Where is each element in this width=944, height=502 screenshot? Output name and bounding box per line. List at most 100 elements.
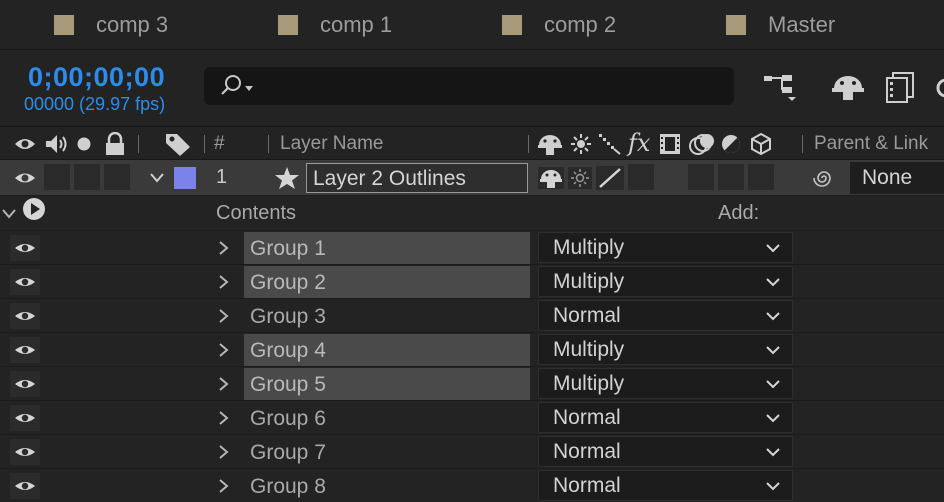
blend-mode-value: Normal [553,474,621,497]
parent-link-column-header[interactable]: Parent & Link [814,133,928,155]
group-row[interactable]: Group 4 Multiply [0,332,944,366]
group-name-field[interactable]: Group 7 [244,436,530,468]
blend-mode-value: Multiply [553,236,625,259]
blend-mode-dropdown[interactable]: Multiply [538,368,793,399]
layer-name-column-header[interactable]: Layer Name [280,133,384,155]
visibility-toggle[interactable] [10,235,40,261]
group-name-field[interactable]: Group 1 [244,232,530,264]
shy-switch-icon[interactable] [538,167,564,189]
motion-blur-icon[interactable] [934,70,944,104]
visibility-toggle[interactable] [10,405,40,431]
collapse-transformations-icon[interactable] [570,133,592,155]
group-row[interactable]: Group 8 Normal [0,468,944,502]
composition-tabs: comp 3 comp 1 comp 2 Master [0,0,944,50]
chevron-down-icon [766,448,780,457]
effects-switch-cell[interactable] [628,164,654,190]
visibility-toggle[interactable] [10,337,40,363]
chevron-down-icon [766,278,780,287]
shy-layers-icon[interactable] [830,70,866,104]
group-row[interactable]: Group 5 Multiply [0,366,944,400]
motion-blur-switch-icon[interactable] [688,131,716,157]
adjustment-switch-cell[interactable] [718,164,744,190]
blend-mode-dropdown[interactable]: Multiply [538,334,793,365]
contents-label: Contents [216,202,297,224]
audio-switch-cell[interactable] [44,164,70,190]
chevron-down-icon [766,346,780,355]
video-visibility-icon[interactable] [14,134,36,154]
frame-blending-icon[interactable] [884,70,916,104]
lock-icon[interactable] [104,132,126,156]
blend-mode-dropdown[interactable]: Normal [538,470,793,501]
search-icon[interactable] [218,73,258,99]
layer-name-field[interactable]: Layer 2 Outlines [306,163,528,193]
parent-dropdown[interactable]: None [850,162,944,194]
adjustment-layer-icon[interactable] [720,133,742,155]
chevron-right-icon[interactable] [216,376,230,392]
3d-switch-cell[interactable] [748,164,774,190]
effects-icon[interactable]: fx [628,129,650,157]
visibility-toggle[interactable] [10,371,40,397]
audio-icon[interactable] [44,133,70,155]
3d-layer-icon[interactable] [750,132,772,156]
solo-icon[interactable] [76,136,92,152]
group-name-field[interactable]: Group 6 [244,402,530,434]
blend-mode-dropdown[interactable]: Normal [538,436,793,467]
chevron-right-icon[interactable] [216,240,230,256]
column-separator [802,135,803,153]
chevron-right-icon[interactable] [216,410,230,426]
blend-mode-dropdown[interactable]: Normal [538,402,793,433]
lock-switch-cell[interactable] [104,164,130,190]
frame-blending-switch-icon[interactable] [658,132,682,156]
group-row[interactable]: Group 2 Multiply [0,264,944,298]
group-row[interactable]: Group 1 Multiply [0,230,944,264]
group-name-field[interactable]: Group 3 [244,300,530,332]
group-name-field[interactable]: Group 5 [244,368,530,400]
layer-number: 1 [216,166,228,188]
visibility-toggle[interactable] [10,473,40,499]
quality-switch-icon[interactable] [596,166,624,190]
chevron-down-icon[interactable] [148,170,166,186]
composition-flowchart-icon[interactable] [762,70,802,104]
group-row[interactable]: Group 7 Normal [0,434,944,468]
visibility-toggle[interactable] [10,303,40,329]
shy-switch-icon[interactable] [536,132,564,156]
chevron-right-icon[interactable] [216,274,230,290]
group-row[interactable]: Group 3 Normal [0,298,944,332]
tab-comp-3[interactable]: comp 3 [54,10,168,40]
pick-whip-icon[interactable] [812,166,836,190]
blend-mode-value: Normal [553,440,621,463]
visibility-toggle[interactable] [10,439,40,465]
tab-comp-1[interactable]: comp 1 [278,10,392,40]
chevron-right-icon[interactable] [216,478,230,494]
chevron-right-icon[interactable] [216,444,230,460]
chevron-right-icon[interactable] [216,308,230,324]
comp-color-swatch [502,15,522,35]
collapse-switch-icon[interactable] [568,167,592,189]
layer-row[interactable]: 1 Layer 2 Outlines None [0,160,944,196]
chevron-down-icon[interactable] [0,207,18,221]
group-row[interactable]: Group 6 Normal [0,400,944,434]
layer-label-color[interactable] [174,167,196,189]
group-name-field[interactable]: Group 4 [244,334,530,366]
tab-comp-2[interactable]: comp 2 [502,10,616,40]
group-name-field[interactable]: Group 2 [244,266,530,298]
chevron-right-icon[interactable] [216,342,230,358]
tab-master[interactable]: Master [726,10,835,40]
group-name: Group 1 [250,237,326,260]
quality-icon[interactable] [598,133,622,155]
search-input[interactable] [204,67,734,105]
motion-blur-switch-cell[interactable] [688,164,714,190]
visibility-toggle[interactable] [10,269,40,295]
label-tag-icon[interactable] [164,131,192,157]
add-play-icon[interactable] [22,197,46,221]
chevron-down-icon [766,414,780,423]
blend-mode-dropdown[interactable]: Multiply [538,266,793,297]
current-time-display[interactable]: 0;00;00;00 [28,62,165,93]
blend-mode-dropdown[interactable]: Normal [538,300,793,331]
group-name-field[interactable]: Group 8 [244,470,530,502]
visibility-eye-icon[interactable] [14,169,36,187]
blend-mode-dropdown[interactable]: Multiply [538,232,793,263]
blend-mode-value: Normal [553,304,621,327]
contents-row[interactable]: Contents Add: [0,197,944,230]
solo-switch-cell[interactable] [74,164,100,190]
